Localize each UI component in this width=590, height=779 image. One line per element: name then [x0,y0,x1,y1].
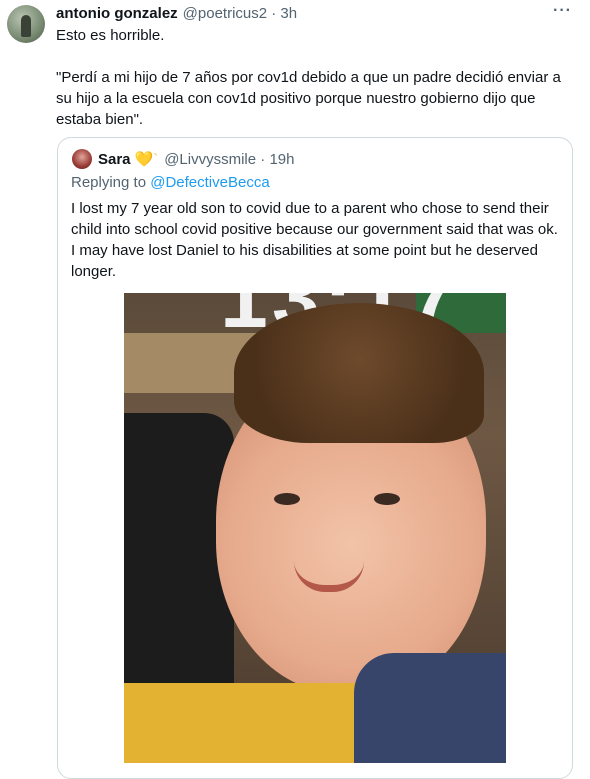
more-options-icon[interactable]: ··· [553,2,572,20]
replying-to: Replying to @DefectiveBecca [71,174,270,191]
photo-right-eye [374,493,400,505]
quoted-author-name: Sara [98,150,131,168]
author-name[interactable]: antonio gonzalez [56,5,178,22]
quoted-tweet-photo[interactable]: 13:17 [124,293,506,763]
photo-blue-sweater [354,653,506,763]
tweet[interactable]: antonio gonzalez @poetricus2 · 3h ··· Es… [0,0,590,779]
tweet-header: antonio gonzalez @poetricus2 · 3h [56,3,297,23]
replying-to-handle[interactable]: @DefectiveBecca [150,174,269,191]
author-handle-time[interactable]: @poetricus2 · 3h [183,5,297,22]
photo-child-hair [234,303,484,443]
author-avatar[interactable] [7,5,45,43]
tweet-text: Esto es horrible. "Perdí a mi hijo de 7 … [56,25,576,130]
quoted-tweet-text: I lost my 7 year old son to covid due to… [71,200,558,280]
yellow-heart-icon: 💛` [134,151,159,168]
quoted-author-handle-time: @Livvyssmile · 19h [164,150,295,168]
quoted-tweet-header: Sara 💛` @Livvyssmile · 19h [72,149,294,169]
tweet-text-line: Esto es horrible. [56,27,165,44]
replying-to-label: Replying to [71,174,151,191]
tweet-text-quote: "Perdí a mi hijo de 7 años por cov1d deb… [56,69,561,128]
photo-left-eye [274,493,300,505]
quoted-author-avatar [72,149,92,169]
quoted-tweet[interactable]: Sara 💛` @Livvyssmile · 19h Replying to @… [57,137,573,779]
